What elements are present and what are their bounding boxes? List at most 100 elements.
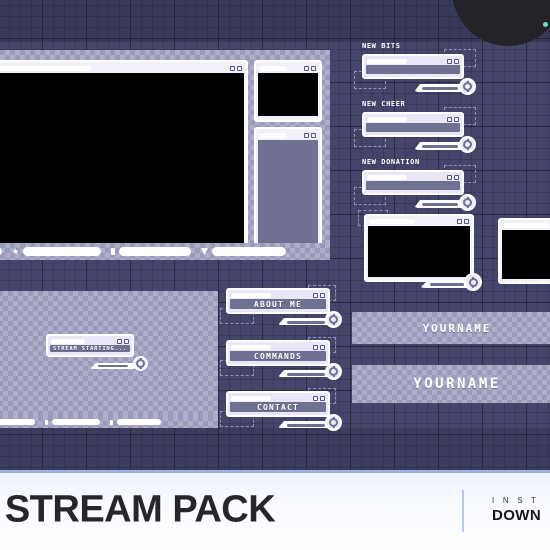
panel-button-commands[interactable]: COMMANDS bbox=[220, 337, 342, 380]
webcam-knob[interactable] bbox=[464, 273, 482, 291]
webcam-frame-large[interactable] bbox=[358, 210, 482, 292]
alert-box bbox=[362, 54, 464, 79]
footer-cta-group[interactable]: I N S T DOWN bbox=[492, 496, 541, 524]
screen-titlebar bbox=[0, 64, 244, 73]
titlebar-pill bbox=[259, 133, 287, 138]
window-controls[interactable] bbox=[447, 116, 459, 122]
overlay-chat-window[interactable] bbox=[254, 127, 322, 250]
username-banner-text: YOURNAME bbox=[413, 376, 501, 392]
window-controls[interactable] bbox=[230, 66, 242, 71]
close-button[interactable] bbox=[454, 58, 459, 64]
window-controls[interactable] bbox=[304, 66, 316, 71]
close-button[interactable] bbox=[454, 116, 459, 122]
window-controls[interactable] bbox=[313, 344, 325, 350]
window-controls[interactable] bbox=[117, 338, 129, 344]
taskbar-pill[interactable] bbox=[52, 419, 100, 425]
window-controls[interactable] bbox=[447, 58, 459, 64]
starting-chip-face: STREAM STARTING... bbox=[50, 345, 130, 352]
close-button[interactable] bbox=[464, 219, 469, 224]
taskbar-segment[interactable] bbox=[12, 247, 101, 256]
taskbar-pill[interactable] bbox=[0, 247, 2, 256]
taskbar-pill[interactable] bbox=[212, 247, 286, 256]
starting-chip-label: STREAM STARTING... bbox=[52, 345, 127, 352]
panel-box: ABOUT ME bbox=[226, 288, 330, 314]
alert-frame[interactable] bbox=[354, 49, 476, 95]
webcam-titlebar bbox=[502, 222, 550, 229]
webcam-capture-area bbox=[258, 73, 318, 116]
taskbar-segment[interactable] bbox=[111, 247, 191, 256]
window-controls[interactable] bbox=[313, 292, 325, 298]
gear-icon bbox=[463, 140, 472, 149]
close-button[interactable] bbox=[237, 66, 242, 71]
minimize-button[interactable] bbox=[447, 116, 452, 122]
window-controls[interactable] bbox=[313, 395, 325, 401]
scene-taskbar-segment[interactable] bbox=[0, 419, 35, 425]
overlay-screen-window[interactable] bbox=[0, 60, 248, 250]
minimize-button[interactable] bbox=[304, 133, 309, 138]
alert-tail-slot bbox=[422, 203, 458, 206]
footer-download-label[interactable]: DOWN bbox=[492, 507, 541, 524]
panel-button-contact[interactable]: CONTACT bbox=[220, 388, 342, 431]
alert-content-area bbox=[366, 181, 460, 190]
username-banner-text: YOURNAME bbox=[422, 321, 492, 335]
minimize-button[interactable] bbox=[230, 66, 235, 71]
close-button[interactable] bbox=[311, 133, 316, 138]
close-button[interactable] bbox=[320, 395, 325, 401]
panel-knob[interactable] bbox=[325, 414, 342, 431]
alert-tail-slot bbox=[422, 145, 458, 148]
webcam-box bbox=[364, 214, 474, 282]
panel-knob[interactable] bbox=[325, 363, 342, 380]
chip-knob[interactable] bbox=[133, 356, 148, 371]
username-banner-small: YOURNAME bbox=[352, 312, 550, 344]
panel-face: COMMANDS bbox=[230, 351, 326, 361]
taskbar-pill[interactable] bbox=[0, 419, 35, 425]
triangle-icon bbox=[201, 248, 208, 255]
footer-accent-line bbox=[0, 470, 550, 473]
minimize-button[interactable] bbox=[313, 292, 318, 298]
webcam-capture-area bbox=[368, 226, 470, 277]
scene-taskbar-segment[interactable] bbox=[45, 419, 100, 425]
minimize-button[interactable] bbox=[313, 395, 318, 401]
window-controls[interactable] bbox=[447, 174, 459, 180]
panel-titlebar bbox=[230, 344, 326, 350]
window-controls[interactable] bbox=[304, 133, 316, 138]
alert-frame[interactable] bbox=[354, 107, 476, 153]
taskbar-pill[interactable] bbox=[117, 419, 161, 425]
window-controls[interactable] bbox=[457, 219, 469, 224]
alert-box bbox=[362, 170, 464, 195]
scene-taskbar-segment[interactable] bbox=[110, 419, 161, 425]
username-banner-large: YOURNAME bbox=[352, 365, 550, 403]
taskbar-segment[interactable] bbox=[0, 247, 2, 256]
close-button[interactable] bbox=[311, 66, 316, 71]
bar-icon bbox=[45, 419, 48, 425]
titlebar-pill bbox=[503, 223, 549, 228]
gear-icon bbox=[463, 82, 472, 91]
minimize-button[interactable] bbox=[447, 174, 452, 180]
minimize-button[interactable] bbox=[313, 344, 318, 350]
alert-label: NEW BITS bbox=[362, 42, 401, 50]
minimize-button[interactable] bbox=[304, 66, 309, 71]
alert-knob[interactable] bbox=[459, 78, 476, 95]
taskbar-pill[interactable] bbox=[23, 247, 101, 256]
close-button[interactable] bbox=[124, 338, 129, 344]
panel-knob[interactable] bbox=[325, 311, 342, 328]
panel-titlebar bbox=[230, 395, 326, 401]
close-button[interactable] bbox=[320, 292, 325, 298]
minimize-button[interactable] bbox=[447, 58, 452, 64]
taskbar-pill[interactable] bbox=[119, 247, 191, 256]
stream-starting-chip[interactable]: STREAM STARTING... bbox=[46, 334, 148, 371]
minimize-button[interactable] bbox=[457, 219, 462, 224]
webcam-frame-edge[interactable] bbox=[498, 218, 550, 296]
alert-frame[interactable] bbox=[354, 165, 476, 211]
alert-knob[interactable] bbox=[459, 194, 476, 211]
alert-box bbox=[362, 112, 464, 137]
titlebar-pill bbox=[369, 219, 415, 224]
close-button[interactable] bbox=[454, 174, 459, 180]
close-button[interactable] bbox=[320, 344, 325, 350]
panel-button-about-me[interactable]: ABOUT ME bbox=[220, 285, 342, 328]
taskbar-segment[interactable] bbox=[201, 247, 286, 256]
alert-knob[interactable] bbox=[459, 136, 476, 153]
minimize-button[interactable] bbox=[117, 338, 122, 344]
overlay-webcam-window[interactable] bbox=[254, 60, 322, 122]
starting-chip-titlebar bbox=[50, 338, 130, 344]
